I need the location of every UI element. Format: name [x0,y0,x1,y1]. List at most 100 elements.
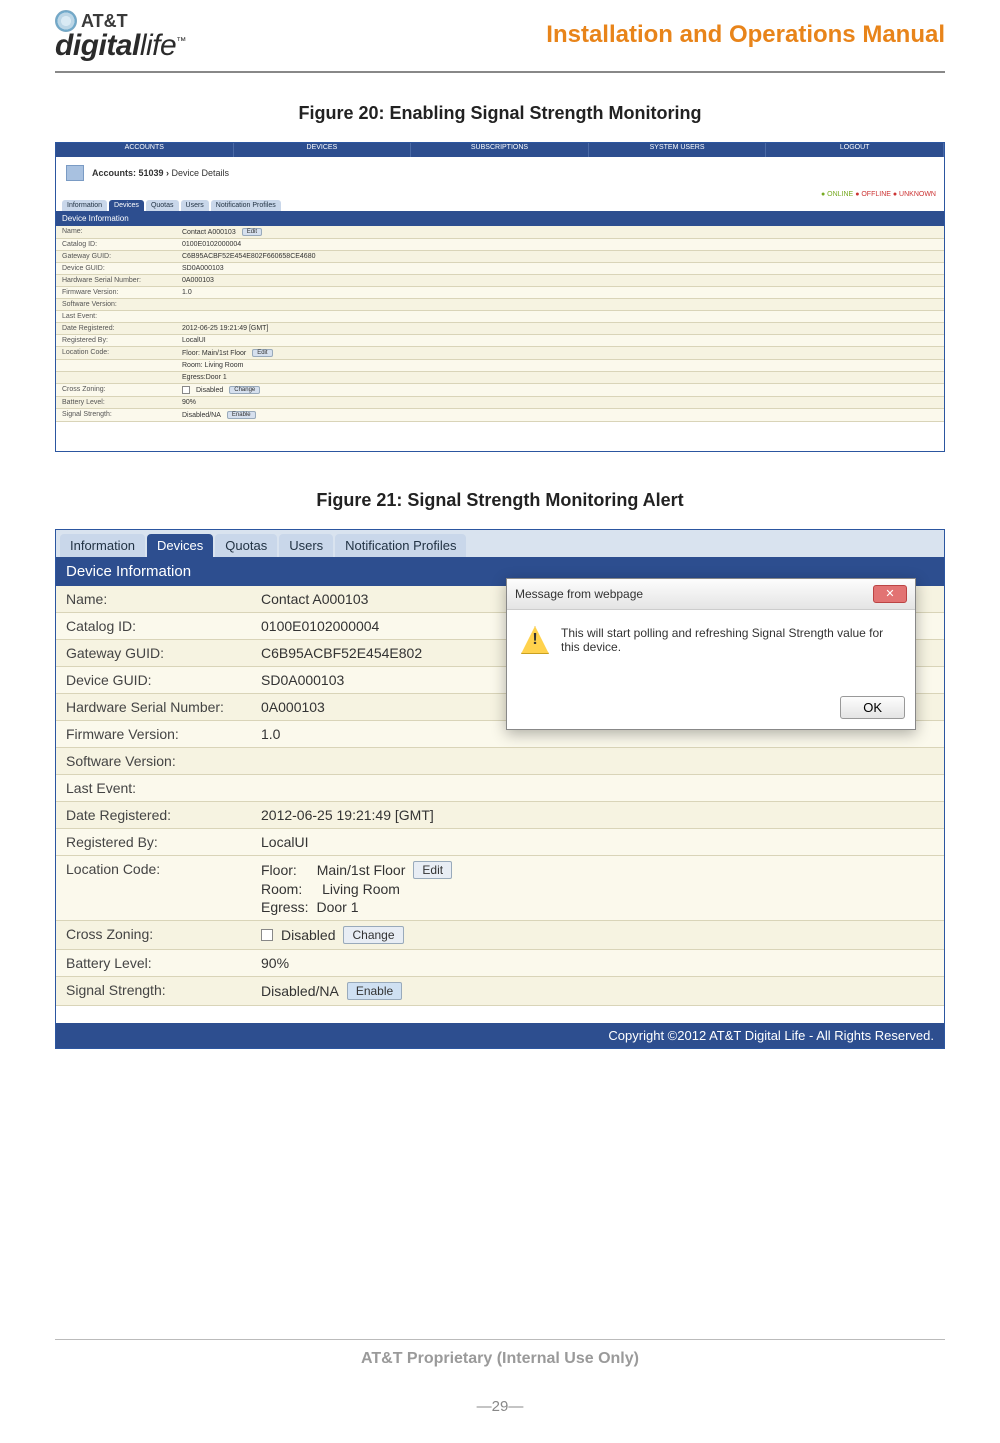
brand-line1: AT&T [81,13,128,29]
table-row: Device GUID:SD0A000103 [56,263,944,275]
row-value: C6B95ACBF52E454E802F660658CE4680 [176,251,944,262]
table-row: Signal Strength:Disabled/NAEnable [56,409,944,422]
nav-subscriptions[interactable]: SUBSCRIPTIONS [411,143,589,157]
table-row: Registered By:LocalUI [56,829,944,856]
row-signal-strength: Signal Strength: Disabled/NA Enable [56,977,944,1006]
enable-signal-button[interactable]: Enable [347,982,402,1000]
main-nav: ACCOUNTS DEVICES SUBSCRIPTIONS SYSTEM US… [56,143,944,157]
row-label: Device GUID: [56,263,176,274]
row-label: Device GUID: [56,667,251,693]
tab-devices[interactable]: Devices [109,200,144,211]
table-row: Software Version: [56,299,944,311]
label-signal-strength: Signal Strength: [56,977,251,1005]
warning-icon [521,626,549,654]
row-button[interactable]: Edit [252,349,272,357]
figure21: Information Devices Quotas Users Notific… [55,529,945,1049]
row-label: Name: [56,226,176,238]
row-label: Firmware Version: [56,721,251,747]
dialog-ok-button[interactable]: OK [840,696,905,719]
row-button[interactable]: Enable [227,411,256,419]
label-cross-zoning: Cross Zoning: [56,921,251,949]
account-icon [66,165,84,181]
copyright-bar: Copyright ©2012 AT&T Digital Life - All … [56,1023,944,1048]
trademark: ™ [176,36,186,47]
page-number: —29— [55,1398,945,1415]
row-value: Contact A000103Edit [176,226,944,238]
row-value [251,775,944,801]
tab21-users[interactable]: Users [279,534,333,557]
table-row: Registered By:LocalUI [56,335,944,347]
tab21-information[interactable]: Information [60,534,145,557]
row-location: Location Code: Floor: Main/1st Floor Edi… [56,856,944,921]
figure21-caption: Figure 21: Signal Strength Monitoring Al… [55,490,945,511]
footer-rule [55,1339,945,1340]
row-label: Catalog ID: [56,239,176,250]
dialog-message: This will start polling and refreshing S… [561,626,901,680]
floor-label: Floor: [261,862,297,878]
row-label: Date Registered: [56,802,251,828]
row-value: 0100E0102000004 [176,239,944,250]
table-row: Battery Level:90% [56,397,944,409]
row-label: Registered By: [56,829,251,855]
label-battery: Battery Level: [56,950,251,976]
row-value: 90% [176,397,944,408]
tab21-notification-profiles[interactable]: Notification Profiles [335,534,466,557]
nav-logout[interactable]: LOGOUT [766,143,944,157]
row-value [176,299,944,310]
nav-system-users[interactable]: SYSTEM USERS [589,143,767,157]
tab21-quotas[interactable]: Quotas [215,534,277,557]
row-label: Software Version: [56,299,176,310]
dialog-title: Message from webpage [515,587,643,601]
row-button[interactable]: Change [229,386,260,394]
brand-line2b: life [140,29,176,62]
status-unknown: ● UNKNOWN [893,191,936,198]
row-value: 1.0 [176,287,944,298]
nav-accounts[interactable]: ACCOUNTS [56,143,234,157]
row-value: Floor: Main/1st FloorEdit [176,347,944,359]
row-value: 0A000103 [176,275,944,286]
table-row: Software Version: [56,748,944,775]
row-value: LocalUI [251,829,944,855]
floor-value: Main/1st Floor [317,862,406,878]
nav-devices[interactable]: DEVICES [234,143,412,157]
header-rule [55,71,945,73]
tab-users[interactable]: Users [181,200,209,211]
table-row: Cross Zoning:DisabledChange [56,384,944,397]
row-label: Last Event: [56,775,251,801]
row-value: Disabled/NAEnable [176,409,944,421]
tab-quotas[interactable]: Quotas [146,200,179,211]
row-label: Registered By: [56,335,176,346]
table-row: Date Registered:2012-06-25 19:21:49 [GMT… [56,802,944,829]
tab-notification-profiles[interactable]: Notification Profiles [211,200,281,211]
battery-value: 90% [251,950,944,976]
row-value: DisabledChange [176,384,944,396]
change-cross-zoning-button[interactable]: Change [343,926,403,944]
signal-strength-value: Disabled/NA [261,983,339,999]
tab-information[interactable]: Information [62,200,107,211]
breadcrumb-main: Accounts: 51039 › [92,168,169,178]
table-row: Catalog ID:0100E0102000004 [56,239,944,251]
table-row: Date Registered:2012-06-25 19:21:49 [GMT… [56,323,944,335]
row-label: Signal Strength: [56,409,176,421]
section-head: Device Information [56,211,944,226]
row-label: Gateway GUID: [56,251,176,262]
table-row: Hardware Serial Number:0A000103 [56,275,944,287]
status-online: ● ONLINE [821,191,853,198]
table-row: Last Event: [56,311,944,323]
footer-proprietary: AT&T Proprietary (Internal Use Only) [55,1350,945,1368]
table-row: Last Event: [56,775,944,802]
checkbox[interactable] [182,386,190,394]
brand-logo: AT&T digitallife™ [55,10,186,59]
row-value: 2012-06-25 19:21:49 [GMT] [251,802,944,828]
dialog-close-button[interactable]: ✕ [873,585,907,603]
breadcrumb-tail: Device Details [169,168,229,178]
row-label: Gateway GUID: [56,640,251,666]
egress-label: Egress: [261,899,308,915]
row-button[interactable]: Edit [242,228,262,236]
edit-location-button[interactable]: Edit [413,861,452,879]
cross-zoning-checkbox[interactable] [261,929,273,941]
table-row: Firmware Version:1.0 [56,287,944,299]
row-value [251,748,944,774]
tab21-devices[interactable]: Devices [147,534,213,557]
label-location: Location Code: [56,856,251,920]
